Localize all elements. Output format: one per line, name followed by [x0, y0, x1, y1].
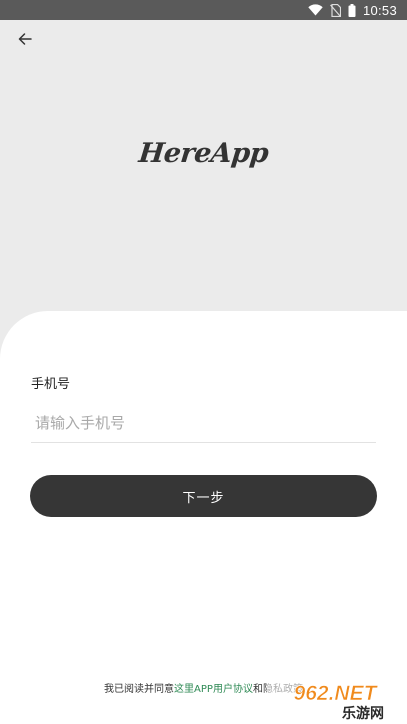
- battery-icon: [348, 3, 356, 17]
- arrow-left-icon: [18, 33, 32, 45]
- app-logo: HereApp: [137, 138, 270, 169]
- phone-label: 手机号: [31, 377, 71, 392]
- agreement-prefix: 我已阅读并同意: [104, 684, 175, 695]
- user-agreement-link[interactable]: 这里APP用户协议: [174, 684, 253, 695]
- no-sim-icon: [330, 3, 341, 17]
- status-bar: 10:53: [0, 0, 407, 20]
- phone-input[interactable]: [31, 403, 376, 443]
- back-button[interactable]: [12, 28, 38, 50]
- next-button[interactable]: 下一步: [30, 475, 377, 517]
- status-time: 10:53: [362, 2, 397, 18]
- watermark-bottom-text: 乐游网: [342, 705, 384, 722]
- wifi-icon: [308, 4, 323, 16]
- watermark-logo: 962.NET 乐游网: [267, 678, 403, 722]
- watermark-top-text: 962.NET: [294, 682, 379, 705]
